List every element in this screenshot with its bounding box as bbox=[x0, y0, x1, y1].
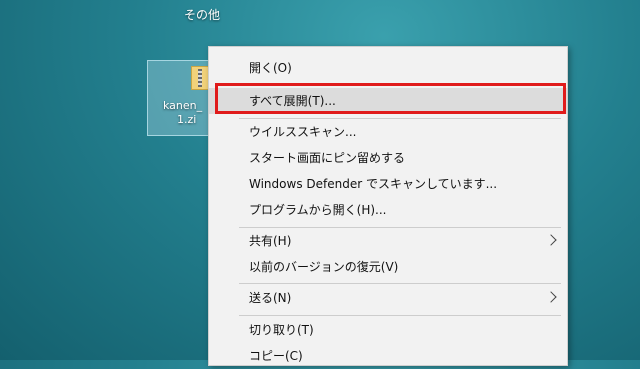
file-name: kanen_ 1.zi bbox=[163, 99, 202, 127]
menu-item-pin-to-start[interactable]: スタート画面にピン留めする bbox=[209, 145, 567, 171]
zip-folder-icon bbox=[191, 66, 209, 90]
menu-item-defender-scan[interactable]: Windows Defender でスキャンしています... bbox=[209, 171, 567, 197]
menu-item-virus-scan[interactable]: ウイルススキャン... bbox=[209, 119, 567, 145]
chevron-right-icon bbox=[545, 234, 557, 246]
menu-item-label: ウイルススキャン... bbox=[249, 125, 357, 139]
file-name-line1: kanen_ bbox=[163, 99, 203, 112]
menu-item-label: 切り取り(T) bbox=[249, 323, 314, 337]
menu-item-label: 以前のバージョンの復元(V) bbox=[249, 260, 399, 274]
menu-separator bbox=[239, 315, 561, 316]
menu-item-cut[interactable]: 切り取り(T) bbox=[209, 317, 567, 343]
menu-item-restore-previous-versions[interactable]: 以前のバージョンの復元(V) bbox=[209, 254, 567, 280]
menu-item-copy[interactable]: コピー(C) bbox=[209, 343, 567, 369]
menu-item-label: 共有(H) bbox=[249, 234, 292, 248]
desktop-label: その他 bbox=[184, 8, 221, 22]
menu-item-open[interactable]: 開く(O) bbox=[209, 55, 567, 81]
annotation-highlight-box bbox=[215, 83, 566, 114]
menu-item-share[interactable]: 共有(H) bbox=[209, 228, 567, 254]
chevron-right-icon bbox=[545, 291, 557, 303]
menu-item-send-to[interactable]: 送る(N) bbox=[209, 285, 567, 311]
menu-item-label: 開く(O) bbox=[249, 61, 292, 75]
menu-item-label: スタート画面にピン留めする bbox=[249, 151, 406, 165]
menu-item-label: Windows Defender でスキャンしています... bbox=[249, 177, 498, 191]
menu-item-label: 送る(N) bbox=[249, 291, 292, 305]
menu-item-label: コピー(C) bbox=[249, 349, 303, 363]
file-name-line2: 1.zi bbox=[177, 113, 197, 126]
menu-separator bbox=[239, 283, 561, 284]
zip-file-icon-selected[interactable]: kanen_ 1.zi bbox=[147, 60, 215, 136]
menu-item-label: プログラムから開く(H)... bbox=[249, 203, 387, 217]
menu-item-open-with[interactable]: プログラムから開く(H)... bbox=[209, 197, 567, 223]
